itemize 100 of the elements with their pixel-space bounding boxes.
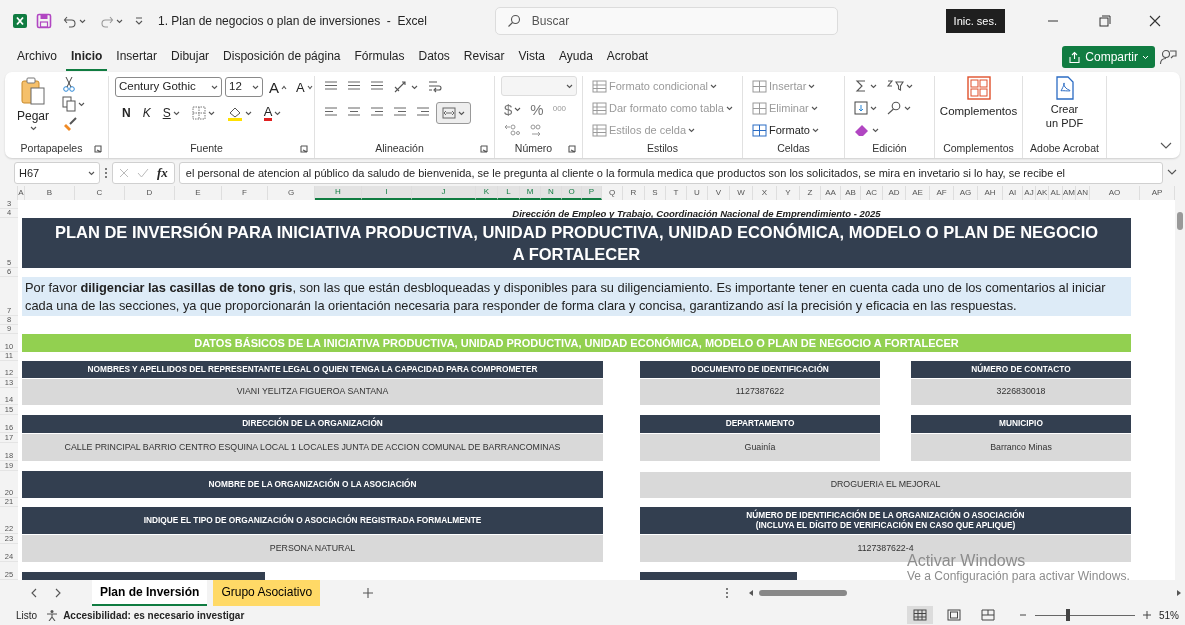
accessibility-status[interactable]: Accesibilidad: es necesario investigar [63,607,245,623]
share-button[interactable]: Compartir [1062,46,1155,68]
name-box[interactable]: H67 [14,162,100,184]
formula-input[interactable]: el personal de atencion al público da saludo de bienvenida, se le pregunta al cliente o la formula medica que productos son los solicitados, se mira en invetario si lo hay, se recibe el [178,162,1163,184]
caret-icon [906,83,913,89]
zoom-level[interactable]: 51% [1159,607,1179,623]
merge-center-button[interactable] [436,102,471,124]
ribbon-tab[interactable]: Disposición de página [218,43,346,71]
add-sheet-icon[interactable] [362,586,375,599]
caret-icon [116,18,123,24]
create-pdf-button[interactable]: Crear un PDF [1029,76,1100,140]
dialog-launcher-icon[interactable] [300,145,308,153]
sum-icon [854,79,868,93]
ribbon-tab[interactable]: Ayuda [554,43,598,71]
add-ins-grid-icon [966,76,991,100]
field-value[interactable]: Barranco Minas [911,434,1131,461]
undo-icon [63,14,77,28]
grow-font-button[interactable]: A [266,79,290,95]
zoom-in-icon[interactable] [1143,611,1151,619]
field-label: DEPARTAMENTO [640,415,880,433]
column-header[interactable]: J [412,186,476,200]
fill-down-icon [854,101,868,115]
caret-icon [1142,54,1149,60]
field-label: NOMBRE DE LA ORGANIZACIÓN O LA ASOCIACIÓN [22,471,603,498]
column-header[interactable]: L [498,186,520,200]
shrink-font-button[interactable]: A [293,80,316,94]
fill-color-icon [226,105,243,121]
sheet-tab[interactable]: Grupo Asociativo [213,579,321,606]
field-value[interactable]: 3226830018 [911,379,1131,405]
insert-function-button[interactable]: fx [157,163,168,183]
dialog-launcher-icon[interactable] [94,145,102,153]
normal-view-button[interactable] [907,606,933,624]
column-header[interactable]: I [362,186,412,200]
caret-icon [811,127,819,133]
cells-menu-button: Insertar [749,76,822,96]
underline-button[interactable]: S [159,107,183,119]
caret-icon [870,83,877,89]
ribbon-tab[interactable]: Fórmulas [349,43,410,71]
view-icon [913,609,927,621]
sign-in-button[interactable]: Inic. ses. [945,8,1005,34]
grid-cells-icon [752,101,767,115]
borders-icon [191,106,206,120]
group-label: Portapapeles [19,141,84,157]
ribbon-tab[interactable]: Archivo [12,43,62,71]
search-field[interactable]: Buscar [494,7,838,35]
previous-sheet-icon[interactable] [30,587,38,598]
table-style-icon [592,79,607,93]
caret-icon [79,18,86,24]
collapse-ribbon-icon[interactable] [1160,142,1172,150]
clipboard-icon [20,76,46,106]
sheet-tab[interactable]: Plan de Inversión [92,579,208,606]
merge-cells-icon [442,107,456,119]
field-value[interactable]: Guainía [640,434,880,461]
wrap-text-icon [427,79,443,95]
ribbon-tab[interactable]: Vista [513,43,550,71]
ribbon-tab[interactable]: Revisar [458,43,510,71]
field-value[interactable]: PERSONA NATURAL [22,535,603,562]
styles-menu-button: Dar formato como tabla [589,98,736,118]
group-label: Fuente [189,141,224,157]
font-size-dropdown[interactable]: 12 [225,77,263,97]
ribbon-tab[interactable]: Datos [413,43,455,71]
more-icon [104,167,108,179]
font-name-dropdown[interactable]: Century Gothic [115,77,222,97]
column-header[interactable]: N [541,186,562,200]
paste-button[interactable]: Pegar [11,76,56,140]
field-value[interactable]: VIANI YELITZA FIGUEROA SANTANA [22,379,603,405]
dialog-launcher-icon[interactable] [480,145,488,153]
expand-formula-icon[interactable] [1167,169,1177,177]
ribbon-tab[interactable]: Acrobat [601,43,654,71]
caret-icon [88,170,95,176]
down-caret-icon [306,84,313,90]
dialog-launcher-icon[interactable] [568,145,576,153]
currency-button[interactable]: $ [501,101,525,117]
field-value[interactable]: 1127387622 [640,379,880,405]
field-value[interactable]: CALLE PRINCIPAL BARRIO CENTRO ESQUINA LOCAL 1 LOCALES JUNTA DE ACCION COMUNAL DE BARRANCOMINAS [22,434,603,461]
column-header[interactable]: M [520,186,541,200]
font-color-button[interactable]: A [260,105,285,121]
more-icon [725,586,729,599]
search-icon [506,14,521,28]
column-header[interactable]: H [315,186,362,200]
window-title: 1. Plan de negocios o plan de inversiones - Excel [158,13,427,30]
ribbon-tab[interactable]: Dibujar [166,43,215,71]
cells-menu-button[interactable]: Formato [749,120,822,140]
comments-icon[interactable] [1159,48,1177,66]
table-style-icon [592,123,607,137]
add-ins-button[interactable]: Complementos [941,76,1016,140]
italic-button[interactable]: K [139,107,154,119]
ribbon-tab[interactable]: Insertar [111,43,163,71]
field-value[interactable]: DROGUERIA EL MEJORAL [640,472,1131,498]
column-header[interactable]: O [562,186,582,200]
zoom-slider-thumb[interactable] [1065,609,1070,621]
percent-button[interactable]: % [527,101,547,117]
scissors-icon [62,76,77,92]
save-icon[interactable] [36,13,52,29]
customize-icon[interactable] [134,16,144,26]
bold-button[interactable]: N [119,107,134,119]
caret-icon [78,101,86,107]
column-header[interactable]: P [582,186,602,200]
field-label: DIRECCIÓN DE LA ORGANIZACIÓN [22,415,603,433]
column-header[interactable]: K [476,186,498,200]
